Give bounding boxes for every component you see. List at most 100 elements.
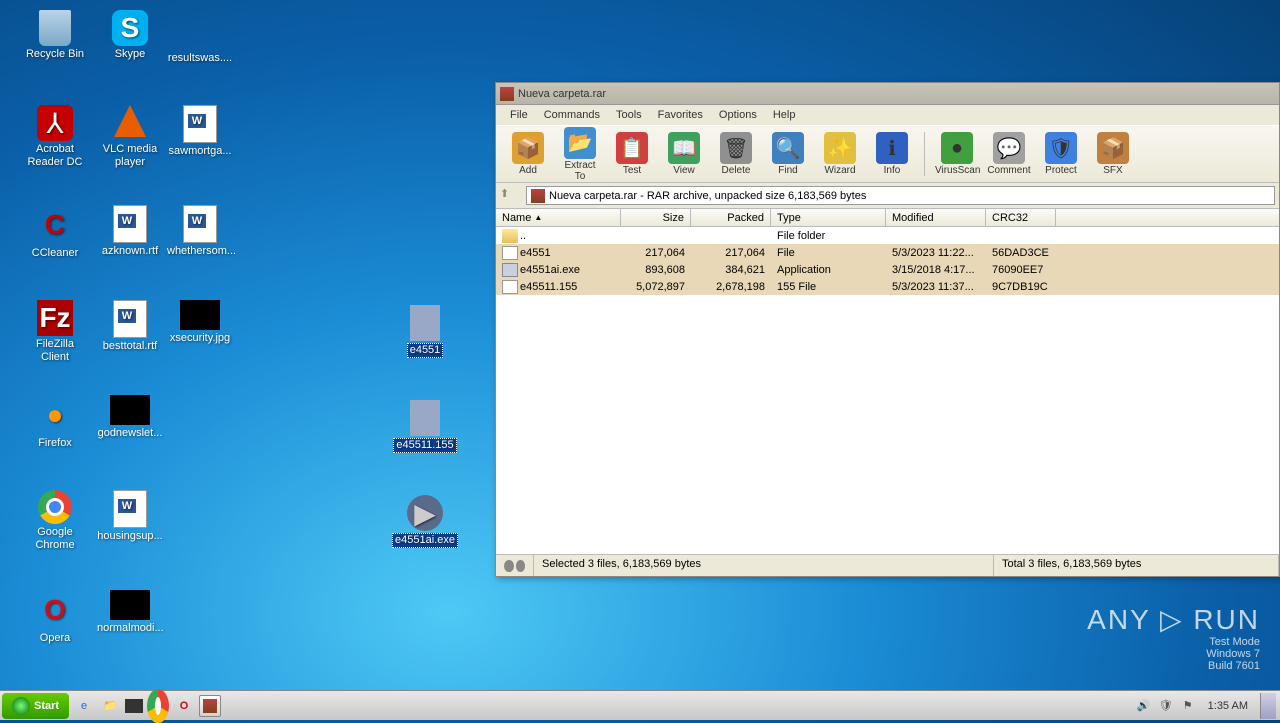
toolbar-add[interactable]: 📦Add: [504, 130, 552, 178]
icon-label: whethersom...: [165, 245, 238, 258]
desktop-icon-sawmortga-[interactable]: sawmortga...: [165, 105, 235, 158]
toolbar-label: SFX: [1091, 165, 1135, 176]
toolbar-label: Comment: [987, 165, 1031, 176]
icon-label: normalmodi...: [95, 622, 166, 635]
desktop-icon-firefox[interactable]: ●Firefox: [20, 395, 90, 450]
taskbar-app1[interactable]: [125, 699, 143, 713]
toolbar-view[interactable]: 📖View: [660, 130, 708, 178]
show-desktop-button[interactable]: [1260, 693, 1276, 719]
col-type[interactable]: Type: [771, 209, 886, 226]
winrar-window: Nueva carpeta.rar FileCommandsToolsFavor…: [495, 82, 1280, 577]
clock[interactable]: 1:35 AM: [1202, 700, 1254, 712]
extract to-icon: 📂: [564, 127, 596, 159]
find-icon: 🔍: [772, 132, 804, 164]
view-icon: 📖: [668, 132, 700, 164]
virusscan-icon: ●: [941, 132, 973, 164]
toolbar-sfx[interactable]: 📦SFX: [1089, 130, 1137, 178]
desktop-icon-acrobat-reader-dc[interactable]: ⅄Acrobat Reader DC: [20, 105, 90, 169]
app-icon: [39, 10, 71, 46]
toolbar-test[interactable]: 📋Test: [608, 130, 656, 178]
menu-tools[interactable]: Tools: [608, 107, 650, 123]
toolbar-extract-to[interactable]: 📂Extract To: [556, 125, 604, 184]
col-modified[interactable]: Modified: [886, 209, 986, 226]
desktop-icon-ccleaner[interactable]: CCCleaner: [20, 205, 90, 260]
desktop-icon-e4551ai-exe[interactable]: e4551ai.exe: [390, 495, 460, 548]
menu-options[interactable]: Options: [711, 107, 765, 123]
test-icon: 📋: [616, 132, 648, 164]
file-row[interactable]: e4551ai.exe893,608384,621Application3/15…: [496, 261, 1279, 278]
desktop-icon-e45511-155[interactable]: e45511.155: [390, 400, 460, 453]
app-icon: [180, 10, 220, 50]
titlebar[interactable]: Nueva carpeta.rar: [496, 83, 1279, 105]
menu-commands[interactable]: Commands: [536, 107, 608, 123]
desktop-icon-resultswas-[interactable]: resultswas....: [165, 10, 235, 65]
file-row[interactable]: e45511.1555,072,8972,678,198155 File5/3/…: [496, 278, 1279, 295]
desktop-icon-whethersom-[interactable]: whethersom...: [165, 205, 235, 258]
toolbar-comment[interactable]: 💬Comment: [985, 130, 1033, 178]
toolbar-separator: [924, 132, 925, 176]
icon-label: VLC media player: [95, 143, 165, 169]
toolbar-delete[interactable]: 🗑Delete: [712, 130, 760, 178]
col-crc[interactable]: CRC32: [986, 209, 1056, 226]
taskbar-winrar[interactable]: [199, 695, 221, 717]
menu-help[interactable]: Help: [765, 107, 804, 123]
desktop-icon-godnewslet-[interactable]: godnewslet...: [95, 395, 165, 440]
wizard-icon: ✨: [824, 132, 856, 164]
toolbar-find[interactable]: 🔍Find: [764, 130, 812, 178]
app-icon: [410, 305, 440, 341]
taskbar-opera[interactable]: O: [173, 695, 195, 717]
desktop-icon-xsecurity-jpg[interactable]: xsecurity.jpg: [165, 300, 235, 345]
toolbar-label: Test: [610, 165, 654, 176]
desktop-icon-besttotal-rtf[interactable]: besttotal.rtf: [95, 300, 165, 353]
pathbar: ⬆ Nueva carpeta.rar - RAR archive, unpac…: [496, 183, 1279, 209]
toolbar-wizard[interactable]: ✨Wizard: [816, 130, 864, 178]
desktop-icon-skype[interactable]: SSkype: [95, 10, 165, 61]
app-icon: [110, 590, 150, 620]
up-button[interactable]: ⬆: [500, 187, 518, 205]
path-box[interactable]: Nueva carpeta.rar - RAR archive, unpacke…: [526, 186, 1275, 205]
desktop-icon-e4551[interactable]: e4551: [390, 305, 460, 358]
taskbar-explorer[interactable]: 📁: [99, 695, 121, 717]
watermark: ANY ▷ RUN Test Mode Windows 7 Build 7601: [1087, 603, 1260, 672]
toolbar-label: Find: [766, 165, 810, 176]
desktop-icon-azknown-rtf[interactable]: azknown.rtf: [95, 205, 165, 258]
desktop-icon-opera[interactable]: OOpera: [20, 590, 90, 645]
icon-label: e4551: [407, 343, 444, 358]
status-selected: Selected 3 files, 6,183,569 bytes: [534, 555, 994, 576]
col-size[interactable]: Size: [621, 209, 691, 226]
app-icon: Fz: [37, 300, 73, 336]
winrar-icon: [500, 87, 514, 101]
desktop-icon-filezilla-client[interactable]: FzFileZilla Client: [20, 300, 90, 364]
file-icon: [502, 229, 518, 243]
menu-favorites[interactable]: Favorites: [650, 107, 711, 123]
app-icon: [180, 300, 220, 330]
desktop-icon-vlc-media-player[interactable]: VLC media player: [95, 105, 165, 169]
desktop-icon-recycle-bin[interactable]: Recycle Bin: [20, 10, 90, 61]
file-row[interactable]: ..File folder: [496, 227, 1279, 244]
desktop-icon-google-chrome[interactable]: Google Chrome: [20, 490, 90, 552]
toolbar-protect[interactable]: 🛡Protect: [1037, 130, 1085, 178]
system-tray: 🔊 🛡 ⚑ 1:35 AM: [1132, 693, 1280, 719]
icon-label: FileZilla Client: [20, 338, 90, 364]
file-row[interactable]: e4551217,064217,064File5/3/2023 11:22...…: [496, 244, 1279, 261]
volume-icon[interactable]: 🔊: [1136, 698, 1152, 714]
app-icon: ⅄: [37, 105, 73, 141]
col-packed[interactable]: Packed: [691, 209, 771, 226]
flag-icon[interactable]: ⚑: [1180, 698, 1196, 714]
start-button[interactable]: Start: [2, 693, 69, 719]
desktop-icon-normalmodi-[interactable]: normalmodi...: [95, 590, 165, 635]
desktop-icon-housingsup-[interactable]: housingsup...: [95, 490, 165, 543]
menu-file[interactable]: File: [502, 107, 536, 123]
add-icon: 📦: [512, 132, 544, 164]
col-name[interactable]: Name▲: [496, 209, 621, 226]
toolbar-virusscan[interactable]: ●VirusScan: [933, 130, 981, 178]
file-list[interactable]: ..File foldere4551217,064217,064File5/3/…: [496, 227, 1279, 554]
icon-label: Firefox: [36, 437, 74, 450]
toolbar-info[interactable]: ℹInfo: [868, 130, 916, 178]
taskbar-ie[interactable]: e: [73, 695, 95, 717]
file-icon: [502, 246, 518, 260]
shield-icon[interactable]: 🛡: [1158, 698, 1174, 714]
toolbar-label: VirusScan: [935, 165, 979, 176]
taskbar-chrome[interactable]: [147, 695, 169, 717]
toolbar: 📦Add📂Extract To📋Test📖View🗑Delete🔍Find✨Wi…: [496, 125, 1279, 183]
